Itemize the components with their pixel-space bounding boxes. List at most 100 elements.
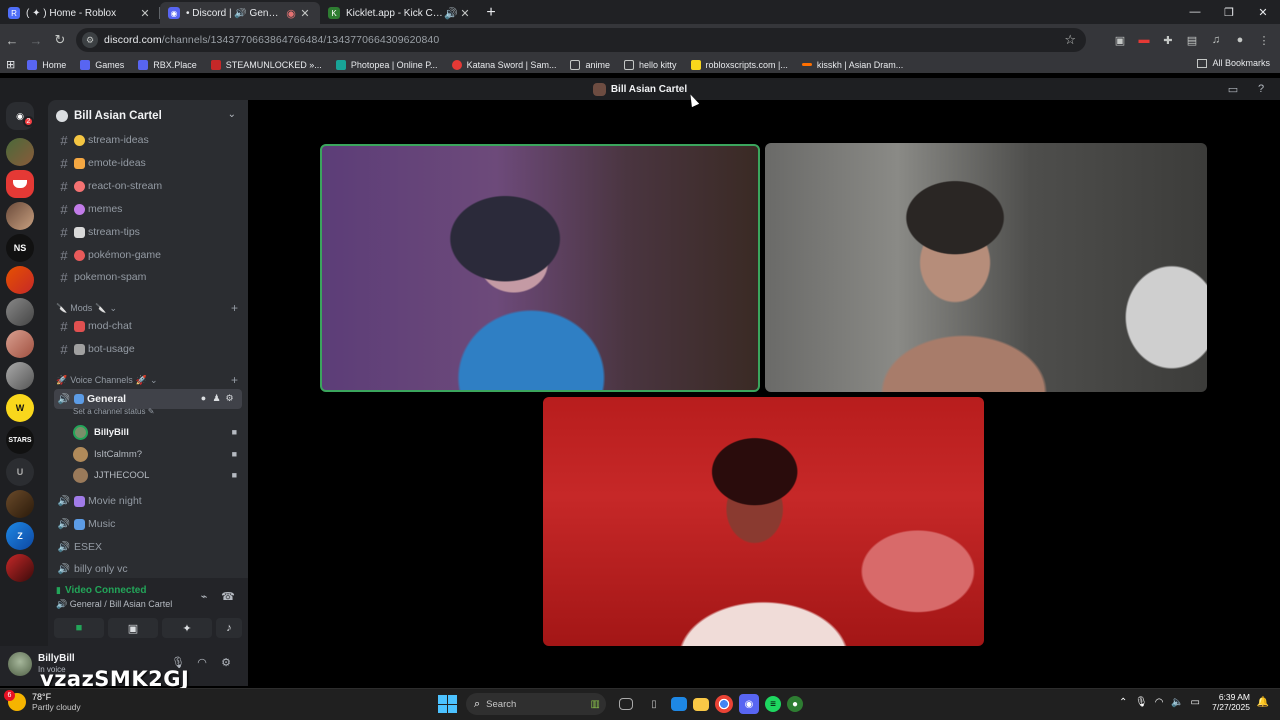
windows-start-icon[interactable] xyxy=(436,693,458,715)
video-tile[interactable] xyxy=(765,143,1207,392)
close-icon[interactable]: ✕ xyxy=(458,7,472,20)
bookmark-kisskh[interactable]: kisskh | Asian Dram... xyxy=(801,60,903,70)
disconnect-icon[interactable]: ☎ xyxy=(216,590,240,603)
menu-icon[interactable]: ⋮ xyxy=(1252,28,1276,52)
bookmark-home[interactable]: Home xyxy=(27,59,66,70)
add-channel-icon[interactable]: + xyxy=(231,373,238,387)
chrome-icon[interactable] xyxy=(715,695,733,713)
channel-pokemon-spam[interactable]: # pokemon-spam xyxy=(54,267,242,287)
soundboard-button[interactable]: ♪ xyxy=(216,618,242,638)
spotify-icon[interactable]: ≡ xyxy=(765,696,781,712)
close-icon[interactable]: ✕ xyxy=(138,7,152,20)
clock[interactable]: 6:39 AM 7/27/2025 xyxy=(1212,692,1250,712)
speaker-icon[interactable]: 🔊 xyxy=(444,7,458,20)
channel-pokemon-game[interactable]: # pokémon-game xyxy=(54,245,242,265)
task-view-icon[interactable] xyxy=(619,698,633,710)
bookmark-robloxscripts[interactable]: robloxscripts.com |... xyxy=(690,59,788,70)
channel-stream-ideas[interactable]: # stream-ideas xyxy=(54,130,242,150)
voice-user-isitcalmm[interactable]: IsItCalmm? ■ xyxy=(73,444,241,464)
back-icon[interactable]: ← xyxy=(0,28,24,52)
channel-stream-tips[interactable]: # stream-tips xyxy=(54,222,242,242)
server-icon-stars[interactable]: STARS xyxy=(6,426,34,454)
bookmark-rbxplace[interactable]: RBX.Place xyxy=(138,59,197,70)
extension-icon[interactable]: ▬ xyxy=(1132,28,1156,52)
bookmark-folder-anime[interactable]: anime xyxy=(570,59,610,70)
voice-channel-music[interactable]: 🔊 Music xyxy=(54,514,242,534)
extension-icon[interactable]: ▣ xyxy=(1108,28,1132,52)
bookmark-star-icon[interactable]: ☆ xyxy=(1064,32,1076,48)
site-info-icon[interactable]: ⚙ xyxy=(82,32,98,48)
category-voice[interactable]: 🚀 Voice Channels 🚀 ⌄ + xyxy=(56,373,242,387)
server-icon-ns[interactable]: NS xyxy=(6,234,34,262)
channel-bot-usage[interactable]: # bot-usage xyxy=(54,339,242,359)
notification-bell-icon[interactable]: 🔔 xyxy=(1254,697,1272,708)
close-icon[interactable]: ✕ xyxy=(298,7,312,20)
tab-discord[interactable]: ◉ • Discord | 🔊 General | Bill ◉ ✕ xyxy=(160,2,320,24)
chevron-up-icon[interactable]: ⌃ xyxy=(1114,697,1132,708)
battery-icon[interactable]: ▭ xyxy=(1186,697,1204,708)
voice-status[interactable]: ▮ Video Connected xyxy=(56,585,146,596)
photos-app-icon[interactable] xyxy=(671,697,687,711)
microphone-icon[interactable]: 🎙 xyxy=(1132,697,1150,708)
channel-mod-chat[interactable]: # mod-chat xyxy=(54,316,242,336)
discord-app-icon[interactable]: ◉ xyxy=(739,694,759,714)
bookmark-katana[interactable]: Katana Sword | Sam... xyxy=(451,59,556,70)
apps-icon[interactable]: ⊞ xyxy=(6,58,15,71)
tab-kicklet[interactable]: K Kicklet.app - Kick Chatbot 🔊 ✕ xyxy=(320,2,480,24)
category-mods[interactable]: 🔪 Mods 🔪 ⌄ + xyxy=(56,301,242,315)
server-icon[interactable] xyxy=(6,298,34,326)
add-user-icon[interactable]: ♟ xyxy=(210,393,223,404)
screen-share-button[interactable]: ▣ xyxy=(108,618,158,638)
all-bookmarks-button[interactable]: All Bookmarks xyxy=(1197,58,1270,68)
settings-gear-icon[interactable]: ⚙ xyxy=(223,393,236,404)
address-bar[interactable]: ⚙ discord.com/channels/13437706638647664… xyxy=(76,28,1086,52)
channel-emote-ideas[interactable]: # emote-ideas xyxy=(54,153,242,173)
close-window-icon[interactable]: ✕ xyxy=(1246,0,1280,24)
voice-user-billybill[interactable]: BillyBill ■ xyxy=(73,422,241,442)
server-icon[interactable]: W xyxy=(6,394,34,422)
inbox-icon[interactable]: ▭ xyxy=(1224,82,1242,96)
server-header[interactable]: Bill Asian Cartel ⌄ xyxy=(48,100,248,132)
server-icon[interactable] xyxy=(6,170,34,198)
channel-memes[interactable]: # memes xyxy=(54,199,242,219)
channel-react-on-stream[interactable]: # react-on-stream xyxy=(54,176,242,196)
bookmark-photopea[interactable]: Photopea | Online P... xyxy=(335,59,438,70)
activity-button[interactable]: ✦ xyxy=(162,618,212,638)
add-channel-icon[interactable]: + xyxy=(231,301,238,315)
user-settings-gear-icon[interactable]: ⚙ xyxy=(214,656,238,669)
sidepanel-icon[interactable]: ▤ xyxy=(1180,28,1204,52)
avatar[interactable] xyxy=(8,652,32,676)
voice-channel-path[interactable]: 🔊 General / Bill Asian Cartel xyxy=(56,599,172,610)
bookmark-games[interactable]: Games xyxy=(80,59,124,70)
server-icon[interactable] xyxy=(6,554,34,582)
voice-channel-esex[interactable]: 🔊 ESEX xyxy=(54,537,242,557)
chevron-down-icon[interactable]: ⌄ xyxy=(228,109,236,120)
forward-icon[interactable]: → xyxy=(24,28,48,52)
reload-icon[interactable]: ↻ xyxy=(48,28,72,52)
profile-icon[interactable]: ● xyxy=(1228,28,1252,52)
video-tile-speaking[interactable] xyxy=(320,144,760,392)
server-icon[interactable] xyxy=(6,362,34,390)
voice-channel-movie-night[interactable]: 🔊 Movie night xyxy=(54,491,242,511)
user-name[interactable]: BillyBill xyxy=(38,653,75,664)
taskbar-search[interactable]: ⌕ Search ▥ xyxy=(466,693,606,715)
server-icon[interactable] xyxy=(6,330,34,358)
puzzle-icon[interactable]: ✚ xyxy=(1156,28,1180,52)
tab-roblox[interactable]: R ( ✦ ) Home - Roblox ✕ xyxy=(0,2,160,24)
new-tab-button[interactable]: + xyxy=(480,2,502,24)
noise-suppression-icon[interactable]: ⌁ xyxy=(192,590,216,603)
app-icon[interactable]: ● xyxy=(787,696,803,712)
help-icon[interactable]: ? xyxy=(1252,82,1270,96)
camera-button[interactable]: ■ xyxy=(54,618,104,638)
minimize-icon[interactable]: — xyxy=(1178,0,1212,24)
voice-user-jjthecool[interactable]: JJTHECOOL ■ xyxy=(73,465,241,485)
wifi-icon[interactable]: ◠ xyxy=(1150,697,1168,708)
server-icon[interactable] xyxy=(6,138,34,166)
volume-icon[interactable]: 🔈 xyxy=(1168,697,1186,708)
media-icon[interactable]: ♫ xyxy=(1204,28,1228,52)
bookmark-folder-hello-kitty[interactable]: hello kitty xyxy=(623,59,677,70)
headphones-icon[interactable]: ◠ xyxy=(190,656,214,669)
mouse-app-icon[interactable]: ▯ xyxy=(643,693,665,715)
url-text[interactable]: discord.com/channels/1343770663864766484… xyxy=(104,34,439,46)
server-icon[interactable] xyxy=(6,266,34,294)
